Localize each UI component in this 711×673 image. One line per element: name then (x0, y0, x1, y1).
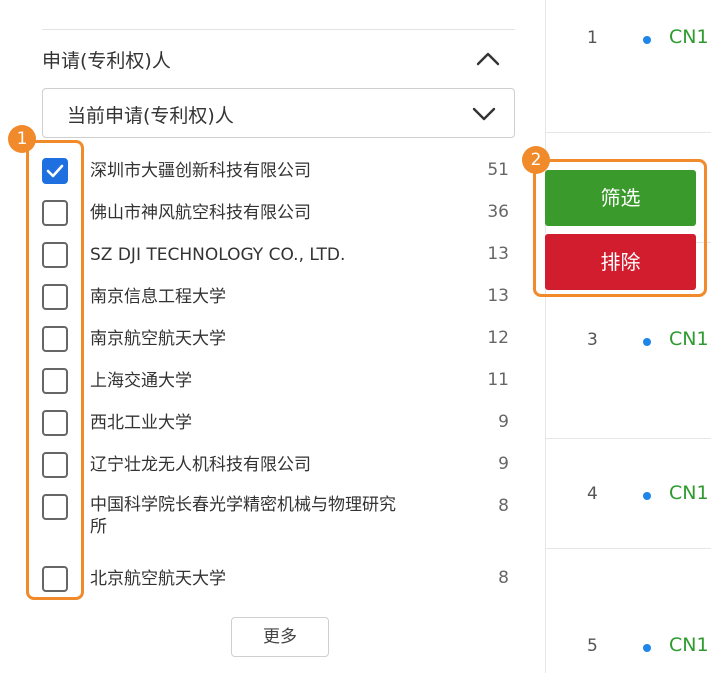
panel-divider (42, 29, 515, 30)
dot-icon (643, 338, 651, 346)
list-item-label: 南京信息工程大学 (90, 287, 226, 307)
list-item-label: 中国科学院长春光学精密机械与物理研究所 (90, 495, 396, 537)
list-item-label: 南京航空航天大学 (90, 329, 226, 349)
result-index: 3 (587, 330, 598, 350)
list-item-label: 上海交通大学 (90, 371, 192, 391)
list-item[interactable]: 南京信息工程大学 13 (42, 284, 515, 314)
list-item-label: SZ DJI TECHNOLOGY CO., LTD. (90, 245, 346, 265)
list-item-count: 9 (498, 454, 509, 474)
result-code[interactable]: CN1 (669, 328, 709, 350)
annotation-box-actions (533, 159, 707, 297)
result-divider (545, 548, 711, 549)
list-item[interactable]: 深圳市大疆创新科技有限公司 51 (42, 158, 515, 188)
result-index: 5 (587, 636, 598, 656)
dot-icon (643, 36, 651, 44)
list-item-count: 8 (498, 496, 509, 516)
list-item[interactable]: 上海交通大学 11 (42, 368, 515, 398)
result-index: 1 (587, 28, 598, 48)
list-item[interactable]: 中国科学院长春光学精密机械与物理研究所 8 (42, 494, 515, 544)
result-index: 4 (587, 484, 598, 504)
list-item[interactable]: 南京航空航天大学 12 (42, 326, 515, 356)
dot-icon (643, 492, 651, 500)
result-code[interactable]: CN1 (669, 26, 709, 48)
list-item-count: 9 (498, 412, 509, 432)
list-item-label: 深圳市大疆创新科技有限公司 (90, 161, 311, 181)
result-divider (545, 438, 711, 439)
list-item-label: 北京航空航天大学 (90, 569, 226, 589)
list-item-label: 辽宁壮龙无人机科技有限公司 (90, 455, 311, 475)
result-divider (545, 132, 711, 133)
annotation-badge: 2 (522, 146, 550, 174)
annotation-box-checkboxes (26, 140, 84, 600)
result-row[interactable]: 5 CN1 (545, 634, 711, 666)
list-item[interactable]: 西北工业大学 9 (42, 410, 515, 440)
result-row[interactable]: 3 CN1 (545, 328, 711, 360)
list-item-label: 佛山市神风航空科技有限公司 (90, 203, 311, 223)
section-title: 申请(专利权)人 (42, 50, 171, 72)
list-item[interactable]: 北京航空航天大学 8 (42, 566, 515, 596)
list-item-label: 西北工业大学 (90, 413, 192, 433)
applicant-type-select[interactable]: 当前申请(专利权)人 (42, 88, 515, 138)
list-item[interactable]: 辽宁壮龙无人机科技有限公司 9 (42, 452, 515, 482)
chevron-down-icon (470, 103, 498, 129)
more-button[interactable]: 更多 (231, 617, 329, 657)
list-item-count: 13 (487, 244, 509, 264)
result-code[interactable]: CN1 (669, 634, 709, 656)
list-item-count: 13 (487, 286, 509, 306)
list-item-count: 51 (487, 160, 509, 180)
chevron-up-icon[interactable] (470, 44, 506, 74)
list-item-count: 11 (487, 370, 509, 390)
list-item[interactable]: 佛山市神风航空科技有限公司 36 (42, 200, 515, 230)
list-item-count: 36 (487, 202, 509, 222)
list-item[interactable]: SZ DJI TECHNOLOGY CO., LTD. 13 (42, 242, 515, 272)
select-value: 当前申请(专利权)人 (67, 105, 234, 127)
list-item-count: 12 (487, 328, 509, 348)
result-row[interactable]: 4 CN1 (545, 482, 711, 514)
dot-icon (643, 644, 651, 652)
result-row[interactable]: 1 CN1 (545, 26, 711, 58)
result-code[interactable]: CN1 (669, 482, 709, 504)
annotation-badge: 1 (8, 125, 36, 153)
list-item-count: 8 (498, 568, 509, 588)
